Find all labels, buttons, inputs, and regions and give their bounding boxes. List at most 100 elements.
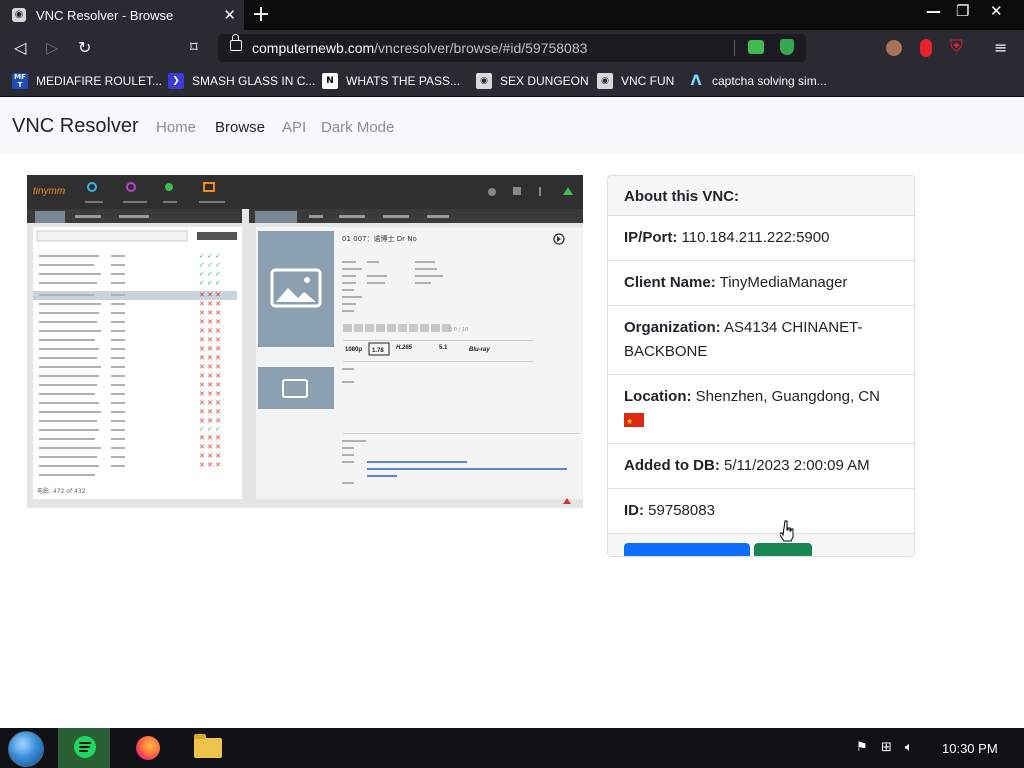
svg-text:✕ ✕ ✕: ✕ ✕ ✕ xyxy=(199,363,221,371)
svg-text:✕ ✕ ✕: ✕ ✕ ✕ xyxy=(199,417,221,425)
shield-extension-icon[interactable] xyxy=(780,39,794,55)
svg-text:✕ ✕ ✕: ✕ ✕ ✕ xyxy=(199,354,221,362)
hand-cursor-icon xyxy=(780,520,794,542)
network-tray-icon[interactable]: ⊞ xyxy=(881,740,892,755)
id-row: ID: 59758083 xyxy=(608,489,914,534)
url-separator xyxy=(734,40,735,56)
browser-toolbar: ◁ ▷ ↻ ⌑ computernewb.com/vncresolver/bro… xyxy=(0,30,1024,66)
svg-text:✓ ✓ ✓: ✓ ✓ ✓ xyxy=(199,261,221,269)
bookmark-label: WHATS THE PASS... xyxy=(346,74,461,88)
close-tab-icon[interactable]: ✕ xyxy=(223,6,236,24)
bookmark-label: SMASH GLASS IN C... xyxy=(192,74,316,88)
tab-title: VNC Resolver - Browse xyxy=(36,7,174,23)
bookmark-label: SEX DUNGEON xyxy=(500,74,589,88)
vnc-icon: ◉ xyxy=(597,73,613,89)
client-name-value: TinyMediaManager xyxy=(719,274,848,291)
lambda-icon: Λ xyxy=(690,73,702,89)
svg-text:✓ ✓ ✓: ✓ ✓ ✓ xyxy=(199,270,221,278)
badge-ratio: 1.78 xyxy=(372,348,384,354)
badge-audio: 5.1 xyxy=(439,345,448,351)
url-text: computernewb.com/vncresolver/browse/#id/… xyxy=(252,40,587,56)
location-value: Shenzhen, Guangdong, CN xyxy=(695,388,880,405)
svg-text:✕ ✕ ✕: ✕ ✕ ✕ xyxy=(199,345,221,353)
mediafire-icon: MF T xyxy=(12,73,28,89)
svg-text:✕ ✕ ✕: ✕ ✕ ✕ xyxy=(199,408,221,416)
vnc-screenshot: tinymm ✓ ✓ ✓ ✓ ✓ ✓ ✓ ✓ ✓ ✓ ✓ ✓ ✓ ✓ ✓ ✕ ✕… xyxy=(27,175,583,508)
next-button[interactable]: Next xyxy=(754,543,812,556)
rating-text: 0.0 / 10 xyxy=(449,327,468,333)
bookmark-item[interactable]: MF T MEDIAFIRE ROULET... xyxy=(12,73,162,89)
added-label: Added to DB: xyxy=(624,457,720,474)
bookmark-item[interactable]: ◉ VNC FUN xyxy=(597,73,674,89)
nav-dark-mode[interactable]: Dark Mode xyxy=(321,119,394,136)
new-tab-icon[interactable]: + xyxy=(250,4,272,26)
restore-icon[interactable]: ❐ xyxy=(956,2,969,20)
tmm-logo: tinymm xyxy=(33,186,65,197)
china-flag-icon xyxy=(624,410,644,434)
bookmark-label: MEDIAFIRE ROULET... xyxy=(36,74,163,88)
flag-tray-icon[interactable]: ⚑ xyxy=(856,740,868,755)
site-brand[interactable]: VNC Resolver xyxy=(12,115,139,138)
volume-tray-icon[interactable]: 🔈︎ xyxy=(905,740,913,755)
client-name-row: Client Name: TinyMediaManager xyxy=(608,261,914,306)
svg-text:✕ ✕ ✕: ✕ ✕ ✕ xyxy=(199,461,221,469)
vnc-info-card: About this VNC: IP/Port: 110.184.211.222… xyxy=(607,175,915,557)
bookmark-item[interactable]: ❯ SMASH GLASS IN C... xyxy=(168,73,315,89)
url-host: computernewb.com xyxy=(252,40,375,56)
nav-home[interactable]: Home xyxy=(156,119,196,136)
copy-hardlink-button[interactable]: Copy Hardlink xyxy=(624,543,750,556)
bookmarks-bar: MF T MEDIAFIRE ROULET... ❯ SMASH GLASS IN… xyxy=(0,66,1024,97)
ublock-shield-icon[interactable]: ⛨ xyxy=(950,37,963,57)
location-row: Location: Shenzhen, Guangdong, CN xyxy=(608,375,914,444)
url-bar[interactable]: computernewb.com/vncresolver/browse/#id/… xyxy=(218,34,806,62)
svg-text:✕ ✕ ✕: ✕ ✕ ✕ xyxy=(199,434,221,442)
bookmark-item[interactable]: ◉ SEX DUNGEON xyxy=(476,73,589,89)
svg-text:✕ ✕ ✕: ✕ ✕ ✕ xyxy=(199,300,221,308)
taskbar-clock[interactable]: 10:30 PM xyxy=(942,741,998,756)
badge-hevc: H.265 xyxy=(396,345,413,351)
back-icon[interactable]: ◁ xyxy=(14,38,26,57)
svg-text:✕ ✕ ✕: ✕ ✕ ✕ xyxy=(199,336,221,344)
browser-tab[interactable]: ◉ VNC Resolver - Browse ✕ xyxy=(0,0,244,30)
notion-icon: N xyxy=(322,73,338,89)
start-orb-icon[interactable] xyxy=(8,731,44,767)
close-window-icon[interactable]: ✕ xyxy=(990,2,1003,20)
svg-text:✕ ✕ ✕: ✕ ✕ ✕ xyxy=(199,291,221,299)
url-path: /vncresolver/browse/#id/59758083 xyxy=(374,40,588,56)
svg-text:✕ ✕ ✕: ✕ ✕ ✕ xyxy=(199,381,221,389)
taskbar-spotify[interactable] xyxy=(58,728,110,768)
bookmark-item[interactable]: N WHATS THE PASS... xyxy=(322,73,460,89)
taskbar-firefox[interactable] xyxy=(120,728,172,768)
browser-tabstrip: ◉ VNC Resolver - Browse ✕ + — ❐ ✕ xyxy=(0,0,1024,30)
client-name-label: Client Name: xyxy=(624,274,716,291)
selected-movie-title: 01 007：诺博士 Dr No xyxy=(342,234,417,243)
bookmark-item[interactable]: Λ captcha solving sim... xyxy=(688,73,827,89)
firefox-icon xyxy=(136,736,160,760)
profile-avatar-icon[interactable] xyxy=(886,40,902,56)
minimize-icon[interactable]: — xyxy=(926,2,941,20)
nav-browse[interactable]: Browse xyxy=(215,119,265,136)
card-footer: Copy Hardlink Next xyxy=(608,534,914,556)
ip-port-row: IP/Port: 110.184.211.222:5900 xyxy=(608,216,914,261)
nav-api[interactable]: API xyxy=(282,119,306,136)
spotify-icon xyxy=(74,736,96,758)
taskbar-file-explorer[interactable] xyxy=(180,728,232,768)
svg-text:✕ ✕ ✕: ✕ ✕ ✕ xyxy=(199,372,221,380)
vnc-icon: ◉ xyxy=(476,73,492,89)
added-value: 5/11/2023 2:00:09 AM xyxy=(724,457,870,474)
svg-text:✕ ✕ ✕: ✕ ✕ ✕ xyxy=(199,452,221,460)
os-taskbar: ⚑ ⊞ 🔈︎ 10:30 PM xyxy=(0,728,1024,768)
svg-text:✕ ✕ ✕: ✕ ✕ ✕ xyxy=(199,309,221,317)
menu-icon[interactable]: ≡ xyxy=(994,38,1007,57)
reload-icon[interactable]: ↻ xyxy=(78,38,91,57)
site-navbar: VNC Resolver Home Browse API Dark Mode xyxy=(0,97,1024,155)
svg-text:✓ ✓ ✓: ✓ ✓ ✓ xyxy=(199,279,221,287)
chat-extension-icon[interactable] xyxy=(748,40,764,54)
badge-bluray: Blu-ray xyxy=(469,347,490,353)
sponsorblock-icon[interactable] xyxy=(920,39,932,57)
bookmark-icon[interactable]: ⌑ xyxy=(190,38,198,56)
organization-label: Organization: xyxy=(624,319,721,336)
svg-text:✓ ✓ ✓: ✓ ✓ ✓ xyxy=(199,252,221,260)
forward-icon[interactable]: ▷ xyxy=(46,38,58,57)
ip-port-label: IP/Port: xyxy=(624,229,678,246)
